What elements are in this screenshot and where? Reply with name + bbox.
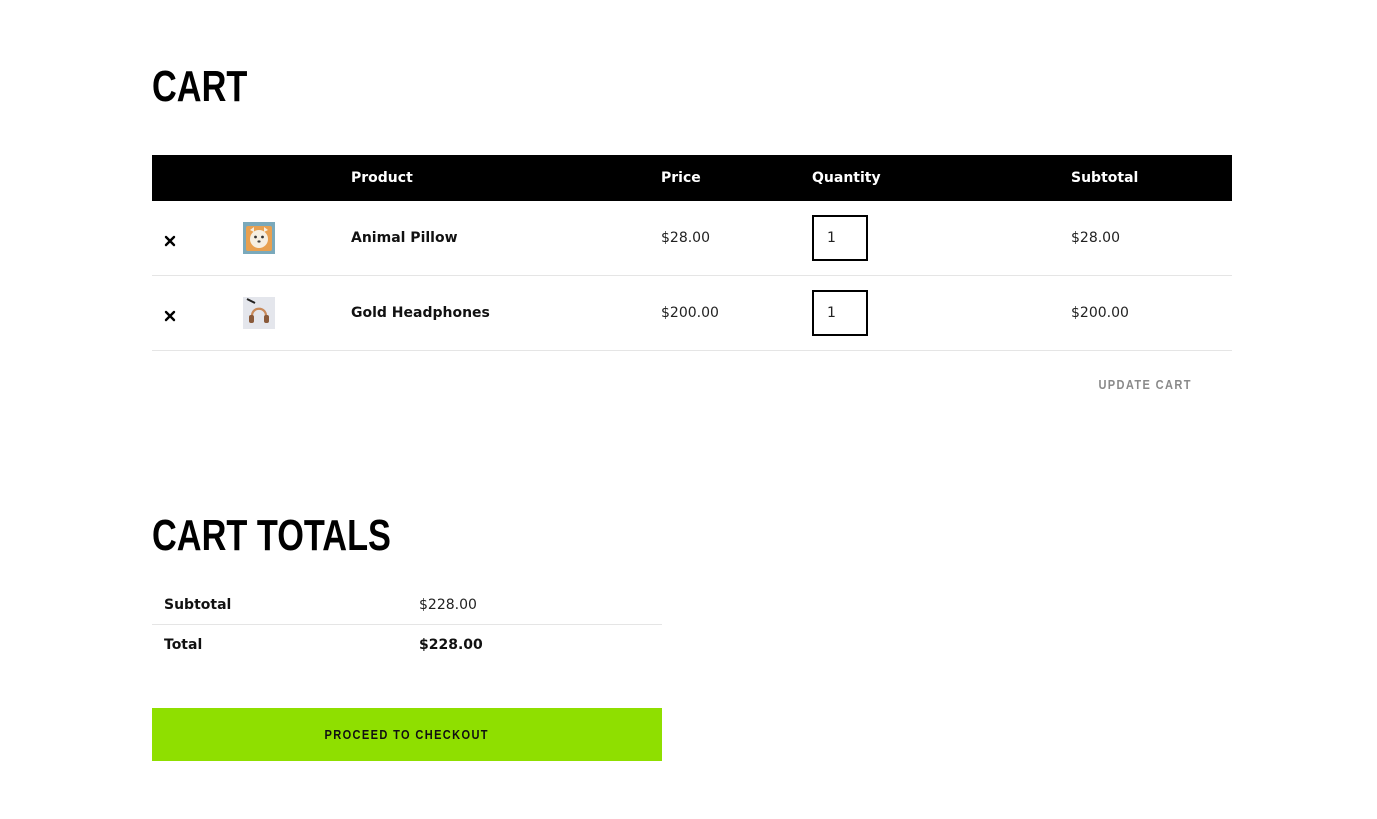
cart-table-header: Product Price Quantity Subtotal	[152, 155, 1232, 201]
product-thumbnail[interactable]	[243, 222, 275, 254]
totals-row-total: Total $228.00	[152, 625, 662, 664]
close-icon[interactable]	[164, 307, 176, 322]
cart-row: Gold Headphones $200.00 $200.00	[152, 276, 1232, 351]
proceed-to-checkout-button[interactable]: Proceed to checkout	[152, 708, 662, 761]
close-icon[interactable]	[164, 232, 176, 247]
product-subtotal: $200.00	[1071, 305, 1129, 321]
cart-totals-title: Cart totals	[152, 511, 391, 560]
product-name-link[interactable]: Animal Pillow	[351, 230, 458, 246]
product-price: $200.00	[661, 305, 719, 321]
column-header-product: Product	[351, 170, 413, 186]
cart-table: Product Price Quantity Subtotal Animal P…	[152, 155, 1232, 417]
cart-totals-table: Subtotal $228.00 Total $228.00	[152, 585, 662, 664]
quantity-input[interactable]	[812, 215, 868, 261]
product-subtotal: $28.00	[1071, 230, 1120, 246]
product-price: $28.00	[661, 230, 710, 246]
totals-row-subtotal: Subtotal $228.00	[152, 585, 662, 625]
cart-actions: Update cart	[152, 351, 1232, 417]
product-name-link[interactable]: Gold Headphones	[351, 305, 490, 321]
total-value: $228.00	[419, 636, 483, 653]
update-cart-button[interactable]: Update cart	[1099, 377, 1192, 392]
subtotal-value: $228.00	[419, 596, 477, 613]
cart-row: Animal Pillow $28.00 $28.00	[152, 201, 1232, 276]
page-title: Cart	[152, 62, 248, 111]
column-header-price: Price	[661, 170, 701, 186]
subtotal-label: Subtotal	[164, 596, 232, 613]
product-thumbnail[interactable]	[243, 297, 275, 329]
column-header-quantity: Quantity	[812, 170, 881, 186]
quantity-input[interactable]	[812, 290, 868, 336]
column-header-subtotal: Subtotal	[1071, 170, 1139, 186]
checkout-button-label: Proceed to checkout	[324, 727, 490, 742]
total-label: Total	[164, 636, 203, 653]
